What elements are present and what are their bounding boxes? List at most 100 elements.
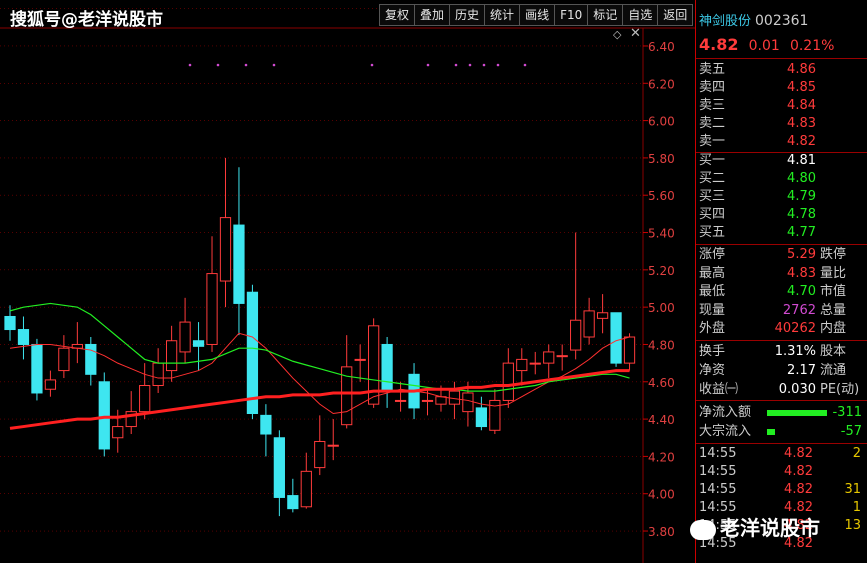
price-change: 0.01 xyxy=(748,38,780,54)
signal-dot xyxy=(244,63,248,67)
candle-body xyxy=(354,358,366,361)
diamond-icon[interactable]: ◇ xyxy=(613,28,621,41)
toolbar-button[interactable]: 历史 xyxy=(449,4,486,26)
toolbar-button[interactable]: 统计 xyxy=(484,4,521,26)
tick-volume: 1 xyxy=(852,500,861,515)
candle-body xyxy=(394,399,407,402)
y-tick-label: 3.80 xyxy=(648,525,675,539)
order-label: 卖一 xyxy=(699,134,726,149)
stat-label: 内盘 xyxy=(820,321,847,336)
panel-row: 买二 4.80 xyxy=(699,170,867,188)
candle-body xyxy=(44,379,57,390)
panel-row: 外盘 40262 内盘 xyxy=(699,320,867,338)
candle-body xyxy=(556,355,568,358)
panel-row: 大宗流入 -57 xyxy=(699,423,867,441)
order-label: 卖二 xyxy=(699,116,726,131)
candle-body xyxy=(300,470,312,508)
candle-body xyxy=(475,407,488,428)
y-tick-label: 6.20 xyxy=(648,77,675,91)
tick-volume: 13 xyxy=(844,518,861,533)
tick-volume: 2 xyxy=(852,446,861,461)
panel-row: 14:55 4.82 31 xyxy=(699,481,867,499)
stat-value: 4.83 xyxy=(787,265,816,281)
stat-label: 最低 xyxy=(699,284,726,299)
order-label: 买五 xyxy=(699,225,726,240)
tick-price: 4.82 xyxy=(784,464,813,479)
panel-row: 买三 4.79 xyxy=(699,188,867,206)
candle-body xyxy=(273,437,285,498)
price-change-pct: 0.21% xyxy=(789,38,835,54)
order-price: 4.79 xyxy=(787,189,816,204)
stock-code: 002361 xyxy=(755,13,809,29)
y-tick-label: 5.80 xyxy=(648,152,675,166)
stat-label: 流通 xyxy=(820,363,847,378)
signal-dot xyxy=(216,63,220,67)
stat-value: 40262 xyxy=(774,321,816,336)
tick-time: 14:55 xyxy=(699,482,737,497)
stat-label: 现量 xyxy=(699,302,726,318)
close-icon[interactable]: ✕ xyxy=(630,26,641,41)
flow-label: 净流入额 xyxy=(699,405,752,420)
signal-dot xyxy=(482,63,486,67)
candle-body xyxy=(31,343,43,394)
toolbar-button[interactable]: 返回 xyxy=(657,4,694,26)
divider xyxy=(696,400,867,401)
order-price: 4.83 xyxy=(787,116,816,131)
candle-body xyxy=(192,340,205,347)
flow-bar xyxy=(767,409,827,416)
candle-body xyxy=(570,319,582,351)
kline-chart[interactable]: 6.606.406.206.005.805.605.405.205.004.80… xyxy=(0,0,695,563)
toolbar-button[interactable]: 自选 xyxy=(622,4,659,26)
panel-row: 卖二 4.83 xyxy=(699,115,867,133)
stat-value: 2762 xyxy=(782,302,816,318)
candle-body xyxy=(85,343,97,375)
candle-body xyxy=(260,414,272,435)
candle-body xyxy=(462,392,474,413)
toolbar-button[interactable]: 复权 xyxy=(379,4,416,26)
candle-body xyxy=(610,312,622,364)
candle-body xyxy=(435,396,447,405)
panel-row: 买四 4.78 xyxy=(699,206,867,224)
stat-label: 收益㈠ xyxy=(699,382,739,397)
toolbar-button[interactable]: F10 xyxy=(554,4,589,26)
candle-body xyxy=(583,310,595,338)
stat-label: 跌停 xyxy=(820,247,847,262)
candle-body xyxy=(287,495,299,510)
candle-body xyxy=(246,291,259,414)
divider xyxy=(696,340,867,341)
toolbar-button[interactable]: 标记 xyxy=(587,4,624,26)
stat-value: 1.31% xyxy=(774,344,816,359)
order-price: 4.86 xyxy=(787,62,816,77)
order-price: 4.85 xyxy=(787,80,816,95)
stat-label: PE(动) xyxy=(820,382,860,397)
y-tick-label: 5.20 xyxy=(648,264,675,278)
y-tick-label: 6.00 xyxy=(648,115,675,129)
order-price: 4.81 xyxy=(787,153,816,168)
order-label: 买三 xyxy=(699,189,726,204)
order-price: 4.77 xyxy=(787,225,816,240)
toolbar-button[interactable]: 叠加 xyxy=(414,4,451,26)
ma-mid-line xyxy=(9,302,630,392)
stat-label: 换手 xyxy=(699,344,726,359)
candle-body xyxy=(152,362,164,387)
candle-body xyxy=(206,273,218,345)
candle-body xyxy=(314,440,326,469)
panel-row: 14:55 4.82 2 xyxy=(699,445,867,463)
stat-label: 总量 xyxy=(820,302,847,318)
panel-row: 买一 4.81 xyxy=(699,152,867,170)
candle-body xyxy=(327,444,339,447)
toolbar-button[interactable]: 画线 xyxy=(519,4,556,26)
flow-label: 大宗流入 xyxy=(699,424,752,439)
stat-label: 股本 xyxy=(820,344,847,359)
candle-body xyxy=(112,426,124,439)
stat-value: 0.030 xyxy=(778,382,816,397)
y-tick-label: 6.40 xyxy=(648,40,675,54)
panel-row: 最高 4.83 量比 xyxy=(699,265,867,283)
last-price: 4.82 xyxy=(699,35,739,54)
flow-value: -311 xyxy=(832,405,862,420)
y-tick-label: 5.00 xyxy=(648,301,675,315)
signal-dot xyxy=(468,63,472,67)
panel-row: 卖四 4.85 xyxy=(699,79,867,97)
candle-body xyxy=(421,399,434,402)
order-label: 卖五 xyxy=(699,62,726,77)
